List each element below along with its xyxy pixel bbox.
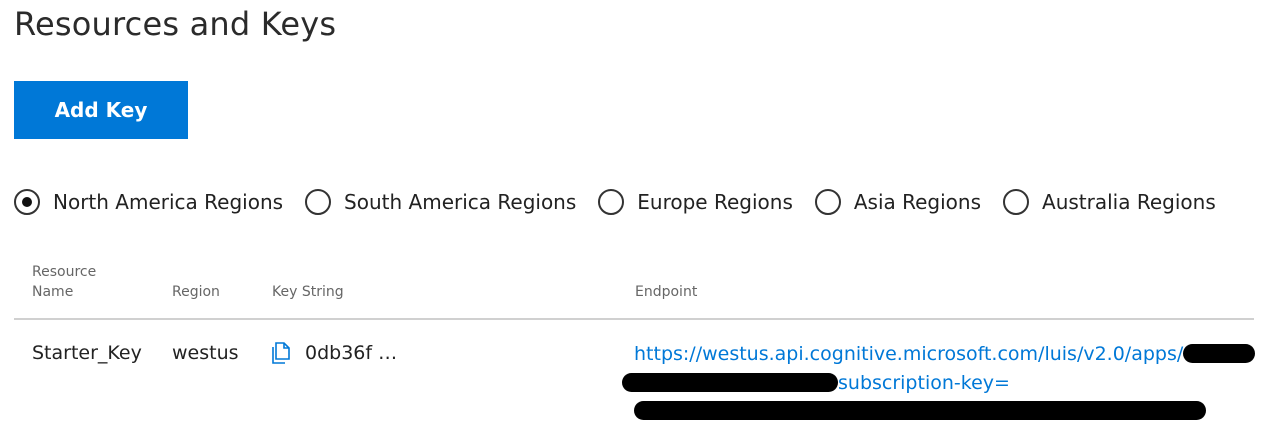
region-option-europe[interactable]: Europe Regions [598,189,793,215]
endpoint-link[interactable]: https://westus.api.cognitive.microsoft.c… [622,343,1256,422]
region-label: Europe Regions [637,190,793,214]
table-row: Starter_Key westus 0db36f … https://west… [14,320,1256,430]
region-option-australia[interactable]: Australia Regions [1003,189,1216,215]
key-string-value: 0db36f … [305,342,398,364]
region-cell: westus [172,342,239,364]
region-option-north-america[interactable]: North America Regions [14,189,283,215]
resources-and-keys-page: Resources and Keys Add Key North America… [0,0,1262,441]
radio-checked-icon[interactable] [14,189,40,215]
endpoint-prefix: https://westus.api.cognitive.microsoft.c… [634,343,1184,365]
table-header: Resource Name Region Key String Endpoint [14,258,1254,320]
redaction-bar [622,372,838,392]
region-label: North America Regions [53,190,284,214]
column-header-region: Region [172,284,220,300]
redaction-bar [634,401,1206,420]
column-header-endpoint: Endpoint [635,284,698,300]
endpoint-middle: subscription-key= [838,371,1010,394]
region-label: Asia Regions [853,190,982,214]
radio-unchecked-icon[interactable] [305,189,332,215]
keys-table: Resource Name Region Key String Endpoint… [14,258,1256,430]
column-header-key-string: Key String [272,284,344,300]
region-radio-group: North America Regions South America Regi… [14,184,1238,220]
region-option-asia[interactable]: Asia Regions [814,189,982,215]
radio-unchecked-icon[interactable] [1003,189,1030,215]
redaction-bar [1183,344,1256,363]
region-label: Australia Regions [1042,190,1216,214]
column-header-resource-name: Resource Name [32,264,97,300]
region-option-south-america[interactable]: South America Regions [305,189,576,215]
add-key-button[interactable]: Add Key [14,81,188,139]
key-string-cell: 0db36f … [272,342,397,364]
region-label: South America Regions [344,190,577,214]
copy-icon[interactable] [272,342,292,364]
page-title: Resources and Keys [14,5,337,43]
radio-unchecked-icon[interactable] [814,189,841,215]
resource-name-cell: Starter_Key [32,342,142,364]
radio-unchecked-icon[interactable] [598,189,625,215]
endpoint-cell: https://westus.api.cognitive.microsoft.c… [622,340,1256,426]
